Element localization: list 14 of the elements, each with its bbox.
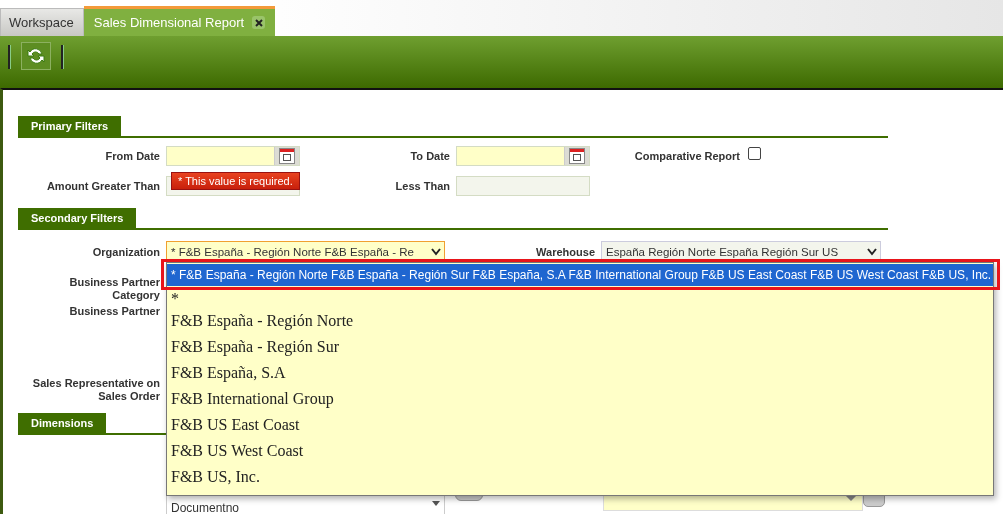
- error-tooltip: * This value is required.: [171, 172, 300, 190]
- field-label: Business Partner Category: [68, 276, 160, 302]
- field-label: Business Partner: [68, 305, 160, 317]
- field-label: Amount Greater Than: [45, 180, 160, 192]
- field-label: Organization: [91, 246, 160, 258]
- field-label: Comparative Report: [633, 150, 740, 162]
- field-label: To Date: [409, 150, 450, 162]
- field-label: Warehouse: [535, 246, 595, 258]
- field-label: Less Than: [394, 180, 450, 192]
- section-header: Dimensions: [18, 413, 107, 433]
- section-header: Secondary Filters: [18, 208, 137, 228]
- field-label: Sales Representative on Sales Order: [31, 377, 160, 403]
- field-label: From Date: [104, 150, 160, 162]
- section-header: Primary Filters: [18, 116, 122, 136]
